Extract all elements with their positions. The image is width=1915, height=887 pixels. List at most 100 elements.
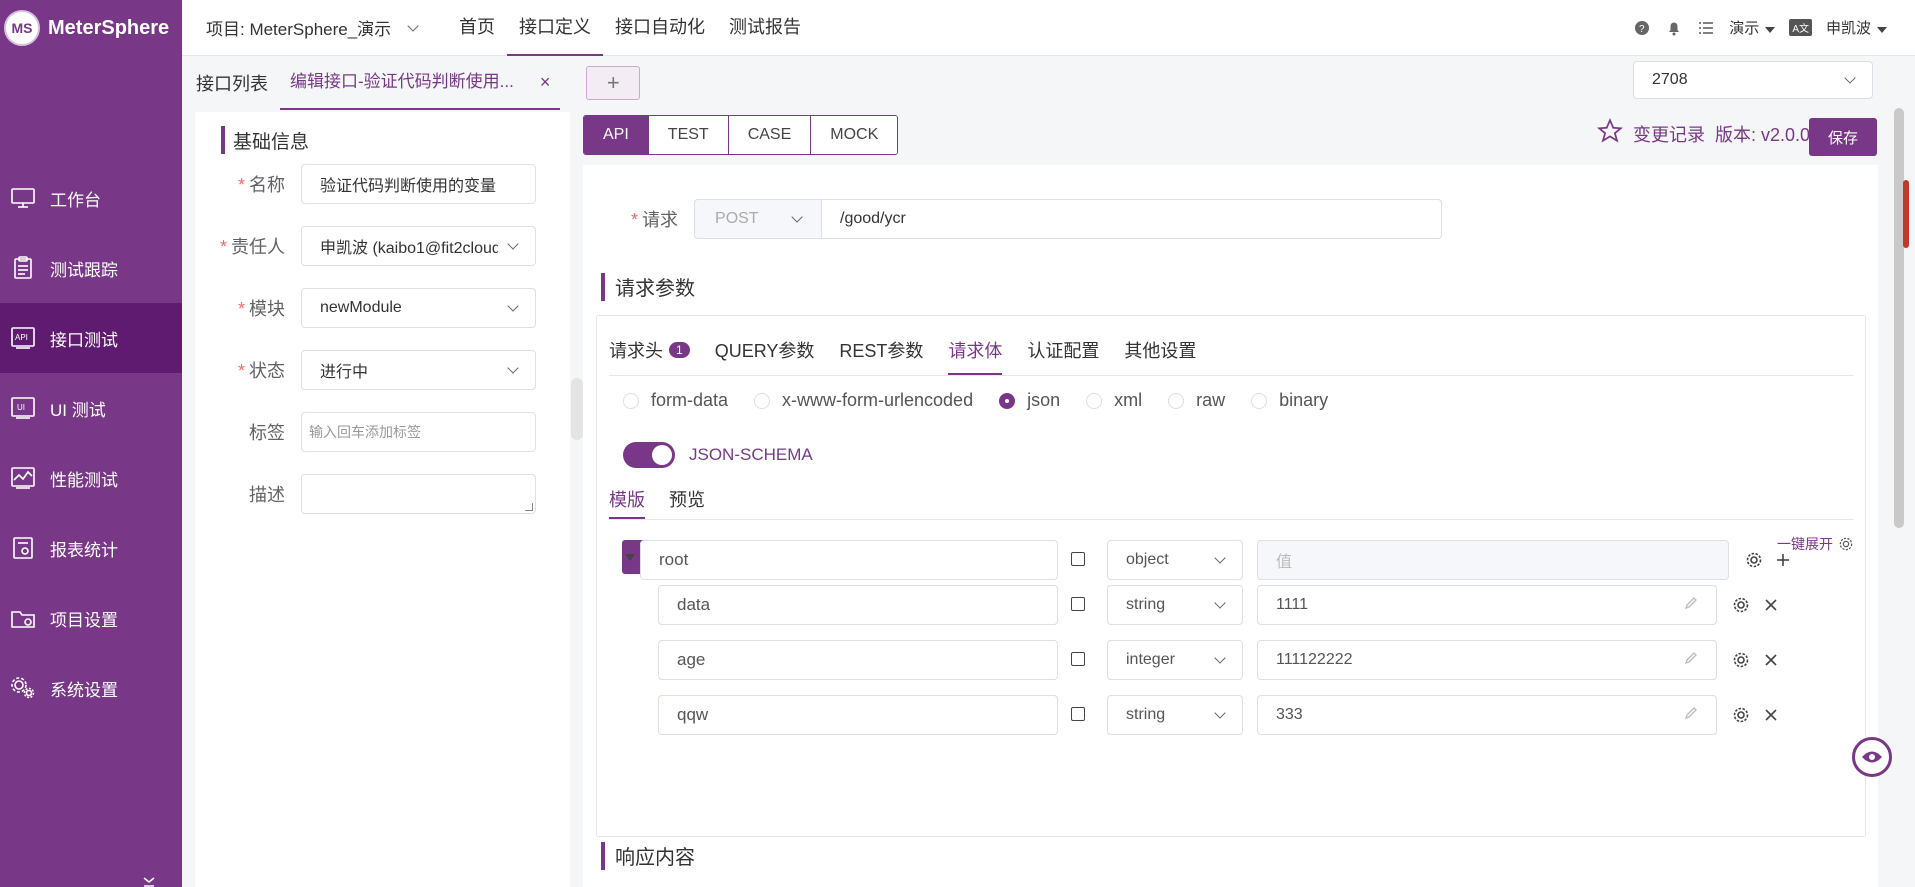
section-bar — [221, 126, 225, 154]
eye-icon[interactable] — [1852, 737, 1892, 777]
radio-raw[interactable]: raw — [1168, 390, 1225, 411]
menu-home[interactable]: 首页 — [447, 0, 507, 56]
language-icon[interactable]: A文 — [1789, 19, 1812, 36]
radio-binary[interactable]: binary — [1251, 390, 1328, 411]
tab-query[interactable]: QUERY参数 — [715, 337, 815, 375]
menu-test-report[interactable]: 测试报告 — [717, 0, 813, 56]
tab-body[interactable]: 请求体 — [948, 337, 1003, 375]
caret-down-icon[interactable] — [625, 554, 635, 561]
tab-other-settings[interactable]: 其他设置 — [1124, 337, 1196, 375]
owner-select[interactable]: 申凯波 (kaibo1@fit2cloud — [301, 226, 536, 266]
schema-field-name[interactable]: root — [640, 540, 1058, 580]
add-tab-button[interactable]: + — [586, 66, 641, 100]
tab-rest[interactable]: REST参数 — [839, 337, 923, 375]
method-select[interactable]: POST — [694, 199, 823, 239]
module-select[interactable]: newModule — [301, 288, 536, 328]
required-checkbox[interactable] — [1071, 597, 1085, 611]
history-link[interactable]: 变更记录 — [1633, 121, 1705, 147]
schema-value-input[interactable]: 333 — [1257, 695, 1717, 735]
version-select[interactable]: 2708 — [1633, 61, 1873, 99]
save-button[interactable]: 保存 — [1809, 118, 1877, 156]
menu-api-automation[interactable]: 接口自动化 — [603, 0, 717, 56]
tags-input[interactable]: 输入回车添加标签 — [301, 412, 536, 452]
sidebar-item-system-settings[interactable]: 系统设置 — [0, 653, 182, 723]
required-checkbox[interactable] — [1071, 652, 1085, 666]
schema-value-input[interactable]: 111122222 — [1257, 640, 1717, 680]
sidebar-item-test-track[interactable]: 测试跟踪 — [0, 233, 182, 303]
tab-edit-api[interactable]: 编辑接口-验证代码判断使用... × — [280, 54, 561, 110]
user-menu[interactable]: 申凯波 — [1826, 17, 1887, 38]
status-select[interactable]: 进行中 — [301, 350, 536, 390]
tab-case[interactable]: CASE — [727, 116, 811, 154]
close-icon[interactable] — [1761, 595, 1781, 615]
sidebar-item-report[interactable]: 报表统计 — [0, 513, 182, 583]
tab-preview[interactable]: 预览 — [669, 486, 705, 519]
radio-json[interactable]: json — [999, 390, 1060, 411]
star-icon[interactable] — [1596, 117, 1624, 149]
close-icon[interactable]: × — [540, 54, 551, 110]
edit-icon[interactable] — [1684, 706, 1698, 725]
task-list-icon[interactable] — [1697, 19, 1715, 37]
tab-headers[interactable]: 请求头 1 — [609, 337, 690, 375]
menu-api-definition[interactable]: 接口定义 — [507, 0, 603, 56]
settings-icon[interactable] — [1744, 550, 1764, 570]
tab-template[interactable]: 模版 — [609, 486, 645, 519]
chevron-down-icon — [1844, 72, 1856, 84]
tab-api[interactable]: API — [584, 116, 648, 154]
radio-urlencoded[interactable]: x-www-form-urlencoded — [754, 390, 973, 411]
schema-type-select[interactable]: string — [1107, 585, 1243, 625]
required-checkbox[interactable] — [1071, 552, 1085, 566]
schema-type-select[interactable]: string — [1107, 695, 1243, 735]
field-label: 描述 — [249, 485, 285, 505]
panel-splitter[interactable] — [571, 378, 583, 440]
description-textarea[interactable] — [301, 474, 536, 514]
tab-mock[interactable]: MOCK — [810, 116, 898, 154]
bell-icon[interactable] — [1665, 19, 1683, 37]
close-icon[interactable] — [1761, 650, 1781, 670]
sidebar-item-label: 工作台 — [50, 190, 101, 210]
sidebar-item-project-settings[interactable]: 项目设置 — [0, 583, 182, 653]
collapse-sidebar-icon[interactable] — [142, 877, 156, 887]
schema-value-input[interactable]: 1111 — [1257, 585, 1717, 625]
schema-type-select[interactable]: integer — [1107, 640, 1243, 680]
logo[interactable]: MS MeterSphere — [0, 0, 182, 56]
chevron-down-icon — [1214, 652, 1226, 664]
schema-field-name[interactable]: data — [658, 585, 1058, 625]
help-icon[interactable]: ? — [1633, 19, 1651, 37]
sidebar-item-performance[interactable]: 性能测试 — [0, 443, 182, 513]
required-checkbox[interactable] — [1071, 707, 1085, 721]
tab-test[interactable]: TEST — [647, 116, 728, 154]
settings-icon[interactable] — [1731, 650, 1751, 670]
name-input[interactable]: 验证代码判断使用的变量 — [301, 164, 536, 204]
resize-handle-icon[interactable] — [525, 503, 533, 511]
tab-auth[interactable]: 认证配置 — [1027, 337, 1099, 375]
settings-icon[interactable] — [1731, 595, 1751, 615]
schema-row-age: age integer 111122222 — [597, 640, 1867, 680]
edit-icon[interactable] — [1684, 651, 1698, 670]
radio-xml[interactable]: xml — [1086, 390, 1142, 411]
json-schema-toggle[interactable] — [623, 442, 675, 468]
schema-field-name[interactable]: age — [658, 640, 1058, 680]
schema-type-select[interactable]: object — [1107, 540, 1243, 580]
params-title: 请求参数 — [601, 272, 695, 301]
scrollbar[interactable] — [1894, 108, 1904, 528]
schema-field-name[interactable]: qqw — [658, 695, 1058, 735]
request-row: * 请求 POST /good/ycr — [631, 199, 1443, 239]
radio-form-data[interactable]: form-data — [623, 390, 728, 411]
tab-api-list[interactable]: 接口列表 — [182, 56, 280, 110]
sidebar-item-ui-test[interactable]: UI UI 测试 — [0, 373, 182, 443]
close-icon[interactable] — [1761, 705, 1781, 725]
edit-icon[interactable] — [1684, 596, 1698, 615]
top-menu: 首页 接口定义 接口自动化 测试报告 — [447, 0, 813, 56]
top-bar: 项目: MeterSphere_演示 首页 接口定义 接口自动化 测试报告 ? … — [182, 0, 1915, 56]
plus-icon[interactable] — [1773, 550, 1793, 570]
url-input[interactable]: /good/ycr — [822, 199, 1443, 239]
workspace-selector[interactable]: 演示 — [1729, 17, 1776, 38]
project-selector[interactable]: 项目: MeterSphere_演示 — [182, 15, 447, 40]
sidebar-item-workbench[interactable]: 工作台 — [0, 163, 182, 233]
sidebar-item-api-test[interactable]: API 接口测试 — [0, 303, 182, 373]
mode-tabs: API TEST CASE MOCK — [583, 115, 899, 155]
sidebar-item-label: 测试跟踪 — [50, 260, 118, 280]
settings-icon[interactable] — [1731, 705, 1751, 725]
schema-value-input[interactable]: 值 — [1257, 540, 1729, 580]
